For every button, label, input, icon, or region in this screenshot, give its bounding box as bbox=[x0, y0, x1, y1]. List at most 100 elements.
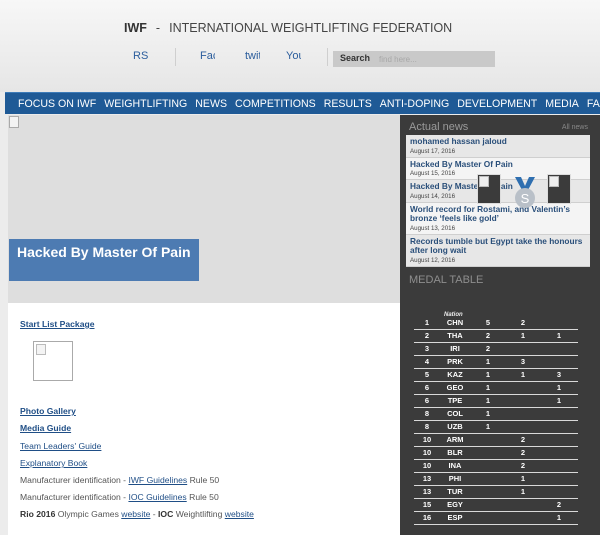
medal-row[interactable]: 4 PRK 1 3 bbox=[414, 355, 578, 369]
medal-cell-rank: 13 bbox=[414, 485, 440, 499]
medal-cell-silver bbox=[506, 498, 540, 512]
news-item[interactable]: mohamed hassan jaloud August 17, 2016 bbox=[406, 135, 590, 158]
medal-row[interactable]: 10 ARM 2 bbox=[414, 433, 578, 447]
silver-medal-icon: S bbox=[515, 177, 535, 208]
social-divider bbox=[175, 48, 176, 66]
medal-cell-gold bbox=[470, 511, 506, 525]
facebook-link[interactable]: Fac bbox=[200, 50, 215, 62]
nav-anti-doping[interactable]: ANTI-DOPING bbox=[380, 98, 449, 110]
medal-row[interactable]: 15 EGY 2 bbox=[414, 498, 578, 512]
bronze-medal-icon bbox=[547, 174, 571, 204]
photo-gallery-link[interactable]: Photo Gallery bbox=[20, 406, 76, 416]
medal-cell-rank: 4 bbox=[414, 355, 440, 369]
nav-news[interactable]: NEWS bbox=[195, 98, 227, 110]
medal-cell-nation: TUR bbox=[440, 485, 470, 499]
medal-row[interactable]: 13 TUR 1 bbox=[414, 485, 578, 499]
medal-row[interactable]: 8 UZB 1 bbox=[414, 420, 578, 434]
medal-cell-gold: 1 bbox=[470, 368, 506, 382]
medal-cell-gold: 2 bbox=[470, 329, 506, 343]
medal-cell-silver: 1 bbox=[506, 329, 540, 343]
medal-cell-bronze bbox=[540, 355, 578, 369]
explanatory-book-link[interactable]: Explanatory Book bbox=[20, 458, 87, 468]
news-item-title: Records tumble but Egypt take the honour… bbox=[410, 235, 583, 255]
medal-row[interactable]: 6 TPE 1 1 bbox=[414, 394, 578, 408]
rss-link[interactable]: RS bbox=[133, 50, 153, 62]
medal-cell-nation: THA bbox=[440, 329, 470, 343]
medal-cell-nation: PHI bbox=[440, 472, 470, 486]
medal-row[interactable]: 1 CHN 5 2 bbox=[414, 316, 578, 330]
medal-cell-silver bbox=[506, 342, 540, 356]
media-guide-link[interactable]: Media Guide bbox=[20, 423, 71, 433]
nav-faq[interactable]: FAQ bbox=[587, 98, 600, 110]
medal-row[interactable]: 8 COL 1 bbox=[414, 407, 578, 421]
medal-cell-gold bbox=[470, 485, 506, 499]
team-leaders-guide-link[interactable]: Team Leaders' Guide bbox=[20, 441, 101, 451]
medal-cell-silver: 2 bbox=[506, 459, 540, 473]
nav-media[interactable]: MEDIA bbox=[545, 98, 579, 110]
medal-cell-bronze: 1 bbox=[540, 394, 578, 408]
nav-competitions[interactable]: COMPETITIONS bbox=[235, 98, 316, 110]
search-divider bbox=[327, 48, 328, 66]
medal-cell-silver bbox=[506, 511, 540, 525]
medal-cell-silver: 2 bbox=[506, 433, 540, 447]
medal-row[interactable]: 2 THA 2 1 1 bbox=[414, 329, 578, 343]
site-brand[interactable]: IWF - INTERNATIONAL WEIGHTLIFTING FEDERATI… bbox=[124, 21, 452, 35]
nav-results[interactable]: RESULTS bbox=[324, 98, 372, 110]
start-list-link[interactable]: Start List Package bbox=[20, 319, 95, 329]
news-title: Actual news bbox=[409, 121, 469, 133]
medal-cell-silver bbox=[506, 407, 540, 421]
medal-cell-nation: CHN bbox=[440, 316, 470, 330]
youtube-link[interactable]: You bbox=[286, 50, 301, 62]
medal-row[interactable]: 13 PHI 1 bbox=[414, 472, 578, 486]
news-item[interactable]: Records tumble but Egypt take the honour… bbox=[406, 234, 590, 267]
medal-cell-silver: 3 bbox=[506, 355, 540, 369]
medal-cell-gold: 1 bbox=[470, 407, 506, 421]
medal-row[interactable]: 10 INA 2 bbox=[414, 459, 578, 473]
nav-focus-on-iwf[interactable]: FOCUS ON IWF bbox=[18, 98, 96, 110]
medal-row[interactable]: 3 IRI 2 bbox=[414, 342, 578, 356]
medal-cell-bronze bbox=[540, 459, 578, 473]
medal-cell-rank: 3 bbox=[414, 342, 440, 356]
medal-cell-rank: 10 bbox=[414, 459, 440, 473]
main-nav: FOCUS ON IWF WEIGHTLIFTING NEWS COMPETIT… bbox=[5, 92, 600, 114]
medal-cell-bronze: 3 bbox=[540, 368, 578, 382]
main-content: Start List Package Photo Gallery Media G… bbox=[8, 303, 400, 535]
news-item-date: August 13, 2016 bbox=[410, 224, 456, 232]
medal-cell-bronze bbox=[540, 472, 578, 486]
brand-separator: - bbox=[155, 21, 161, 35]
medal-row[interactable]: 5 KAZ 1 1 3 bbox=[414, 368, 578, 382]
nav-weightlifting[interactable]: WEIGHTLIFTING bbox=[104, 98, 187, 110]
nav-development[interactable]: DEVELOPMENT bbox=[457, 98, 537, 110]
start-list-thumbnail[interactable] bbox=[33, 341, 73, 381]
medal-row[interactable]: 16 ESP 1 bbox=[414, 511, 578, 525]
medal-row[interactable]: 6 GEO 1 1 bbox=[414, 381, 578, 395]
ioc-website-link[interactable]: website bbox=[225, 509, 254, 519]
medal-row[interactable]: 10 BLR 2 bbox=[414, 446, 578, 460]
hero-caption[interactable]: Hacked By Master Of Pain bbox=[9, 239, 199, 281]
ioc-text: Weightlifting bbox=[173, 509, 225, 519]
search-input[interactable] bbox=[375, 51, 493, 67]
search-label: Search bbox=[340, 53, 371, 63]
rio-website-link[interactable]: website bbox=[121, 509, 150, 519]
medal-cell-gold bbox=[470, 498, 506, 512]
medal-cell-rank: 6 bbox=[414, 381, 440, 395]
medal-cell-bronze bbox=[540, 485, 578, 499]
iwf-guidelines-link[interactable]: IWF Guidelines bbox=[128, 475, 187, 485]
ioc-guidelines-link[interactable]: IOC Guidelines bbox=[128, 492, 186, 502]
medal-cell-bronze: 1 bbox=[540, 329, 578, 343]
medal-cell-rank: 1 bbox=[414, 316, 440, 330]
medal-cell-silver: 1 bbox=[506, 472, 540, 486]
search-box: Search bbox=[333, 51, 495, 67]
rio-dash: - bbox=[150, 509, 159, 519]
medal-cell-gold bbox=[470, 472, 506, 486]
medal-cell-bronze: 2 bbox=[540, 498, 578, 512]
medal-cell-gold bbox=[470, 459, 506, 473]
hero-banner[interactable]: Hacked By Master Of Pain bbox=[8, 115, 400, 303]
twitter-link[interactable]: twit bbox=[245, 50, 260, 62]
silver-medal-letter: S bbox=[521, 191, 530, 206]
medal-cell-rank: 16 bbox=[414, 511, 440, 525]
medal-cell-rank: 6 bbox=[414, 394, 440, 408]
news-item[interactable]: World record for Rostami, and Valentin’s… bbox=[406, 202, 590, 235]
all-news-link[interactable]: All news bbox=[562, 124, 588, 131]
medal-cell-rank: 15 bbox=[414, 498, 440, 512]
